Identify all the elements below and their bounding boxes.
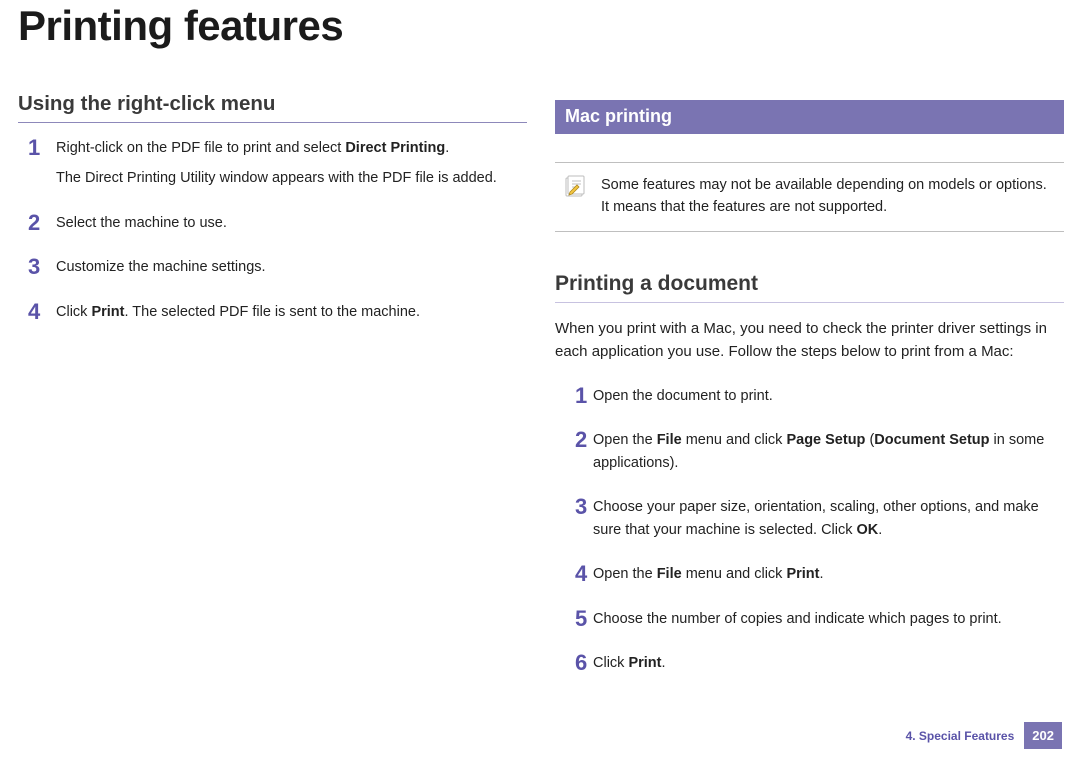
step-number: 2 [18, 212, 38, 234]
bold-text: Print [786, 566, 819, 582]
step-body: Customize the machine settings. [56, 256, 527, 278]
step-paragraph: The Direct Printing Utility window appea… [56, 167, 527, 189]
step-body: Open the document to print. [593, 385, 1064, 407]
step: 1 Open the document to print. [555, 385, 1064, 407]
step-paragraph: Choose the number of copies and indicate… [593, 608, 1064, 630]
step-paragraph: Choose your paper size, orientation, sca… [593, 496, 1064, 541]
step-body: Choose the number of copies and indicate… [593, 608, 1064, 630]
bold-text: File [657, 566, 682, 582]
step-number: 1 [555, 385, 575, 407]
step-paragraph: Customize the machine settings. [56, 256, 527, 278]
step: 2 Open the File menu and click Page Setup… [555, 429, 1064, 474]
step-paragraph: Open the File menu and click Print. [593, 563, 1064, 585]
bold-text: Print [628, 655, 661, 671]
step-number: 5 [555, 608, 575, 630]
bold-text: File [657, 432, 682, 448]
left-section-heading: Using the right-click menu [18, 64, 527, 123]
step-body: Click Print. [593, 652, 1064, 674]
step-number: 4 [18, 301, 38, 323]
step-number: 6 [555, 652, 575, 674]
step-body: Open the File menu and click Page Setup … [593, 429, 1064, 474]
note-text: Some features may not be available depen… [601, 175, 1056, 219]
step-body: Choose your paper size, orientation, sca… [593, 496, 1064, 541]
step-paragraph: Click Print. The selected PDF file is se… [56, 301, 527, 323]
bold-text: Document Setup [874, 432, 989, 448]
step-body: Right-click on the PDF file to print and… [56, 137, 527, 190]
page-title: Printing features [0, 0, 1080, 64]
step-number: 4 [555, 563, 575, 585]
page-number: 202 [1024, 722, 1062, 749]
content-columns: Using the right-click menu 1 Right-click … [0, 64, 1080, 697]
step-number: 3 [18, 256, 38, 278]
step-number: 3 [555, 496, 575, 541]
bold-text: OK [857, 522, 879, 538]
bold-text: Page Setup [786, 432, 865, 448]
footer-chapter-label: 4. Special Features [906, 729, 1015, 743]
step-number: 1 [18, 137, 38, 190]
bold-text: Direct Printing [345, 140, 445, 156]
section-bar-mac-printing: Mac printing [555, 100, 1064, 134]
step: 3 Customize the machine settings. [18, 256, 527, 278]
step-body: Select the machine to use. [56, 212, 527, 234]
step-paragraph: Open the File menu and click Page Setup … [593, 429, 1064, 474]
right-steps: 1 Open the document to print. 2 Open the Fi… [555, 385, 1064, 675]
step: 3 Choose your paper size, orientation, sc… [555, 496, 1064, 541]
bold-text: Print [91, 304, 124, 320]
step: 5 Choose the number of copies and indicat… [555, 608, 1064, 630]
left-steps: 1 Right-click on the PDF file to print an… [18, 137, 527, 323]
step-body: Click Print. The selected PDF file is se… [56, 301, 527, 323]
right-column: Mac printing Some features may not be av… [555, 64, 1064, 697]
step: 4 Open the File menu and click Print. [555, 563, 1064, 585]
step-paragraph: Click Print. [593, 652, 1064, 674]
note-icon [563, 175, 587, 199]
step: 6 Click Print. [555, 652, 1064, 674]
step-body: Open the File menu and click Print. [593, 563, 1064, 585]
step-paragraph: Select the machine to use. [56, 212, 527, 234]
step: 1 Right-click on the PDF file to print an… [18, 137, 527, 190]
step-number: 2 [555, 429, 575, 474]
left-column: Using the right-click menu 1 Right-click … [18, 64, 527, 697]
right-sub-heading: Printing a document [555, 242, 1064, 303]
step: 4 Click Print. The selected PDF file is s… [18, 301, 527, 323]
note-box: Some features may not be available depen… [555, 162, 1064, 232]
intro-paragraph: When you print with a Mac, you need to c… [555, 317, 1064, 364]
page-footer: 4. Special Features 202 [906, 722, 1062, 749]
step-paragraph: Right-click on the PDF file to print and… [56, 137, 527, 159]
step: 2 Select the machine to use. [18, 212, 527, 234]
step-paragraph: Open the document to print. [593, 385, 1064, 407]
